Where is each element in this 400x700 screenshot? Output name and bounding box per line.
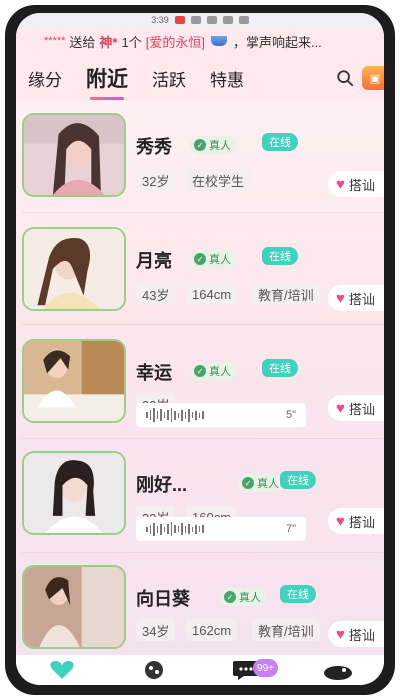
user-card[interactable]: 刚好... ✓ 真人 在线 33岁 160cm ♥ 搭讪 7" <box>22 439 384 553</box>
marquee-gift-name: [爱的永恒] <box>145 34 205 50</box>
phone-frame: 3:39 ***** 送给 神* 1个 [爱的永恒] ，掌声响起来... 缘分 … <box>5 5 395 695</box>
user-card[interactable]: 月亮 ✓ 真人 在线 43岁 164cm 教育/培训 ♥ 搭讪 <box>22 213 384 325</box>
chat-up-button[interactable]: ♥ 搭讪 <box>328 171 384 197</box>
chat-up-button[interactable]: ♥ 搭讪 <box>328 621 384 647</box>
verified-label: 真人 <box>209 254 231 266</box>
search-icon[interactable] <box>336 69 354 87</box>
verified-badge: ✓ 真人 <box>190 136 237 154</box>
tab-fate[interactable]: 缘分 <box>28 66 62 91</box>
voice-duration: 5" <box>285 409 296 421</box>
user-name: 月亮 <box>136 251 172 271</box>
battery-icon <box>238 16 249 24</box>
heart-chat-icon <box>50 660 74 679</box>
voice-intro-player[interactable]: 5" <box>136 403 306 427</box>
verified-badge: ✓ 真人 <box>220 588 267 606</box>
marquee-tail: ，掌声响起来... <box>232 34 322 50</box>
online-badge: 在线 <box>280 471 316 489</box>
user-name: 幸运 <box>136 363 172 383</box>
heart-icon: ♥ <box>336 625 345 643</box>
verified-check-icon: ✓ <box>194 365 206 377</box>
user-name: 向日葵 <box>136 589 190 609</box>
chat-up-label: 搭讪 <box>348 401 375 417</box>
chat-up-label: 搭讪 <box>348 291 375 307</box>
verified-badge: ✓ 真人 <box>238 474 285 492</box>
marquee-count: 1个 <box>121 34 142 50</box>
user-tag-occupation: 教育/培训 <box>252 619 320 641</box>
status-time: 3:39 <box>151 15 169 25</box>
online-badge: 在线 <box>280 585 316 603</box>
notification-icon <box>174 16 185 24</box>
user-tag-occupation: 在校学生 <box>186 169 251 191</box>
wifi-icon <box>222 16 233 24</box>
marquee-action: 送给 <box>69 34 96 50</box>
category-tabs: 缘分 附近 活跃 特惠 ▣ <box>16 55 384 101</box>
verified-check-icon: ✓ <box>242 477 254 489</box>
chat-up-button[interactable]: ♥ 搭讪 <box>328 285 384 311</box>
chat-up-button[interactable]: ♥ 搭讪 <box>328 395 384 421</box>
planet-icon <box>145 661 163 679</box>
user-card[interactable]: 向日葵 ✓ 真人 在线 34岁 162cm 教育/培训 ♥ 搭讪 <box>22 553 384 659</box>
verified-check-icon: ✓ <box>194 253 206 265</box>
nav-messages[interactable]: 99+ <box>228 657 278 683</box>
chat-up-label: 搭讪 <box>348 627 375 643</box>
gift-box-icon[interactable]: ▣ <box>362 66 384 90</box>
verified-label: 真人 <box>257 478 279 490</box>
user-tag-occupation: 教育/培训 <box>252 283 320 305</box>
online-badge: 在线 <box>262 247 298 265</box>
user-avatar[interactable] <box>22 565 126 649</box>
bottom-navigation: 99+ <box>16 655 384 685</box>
profile-icon <box>324 666 352 680</box>
user-card[interactable]: 幸运 ✓ 真人 在线 33岁 ♥ 搭讪 5" <box>22 325 384 439</box>
verified-check-icon: ✓ <box>194 139 206 151</box>
heart-icon: ♥ <box>336 175 345 193</box>
user-tag-height: 164cm <box>186 283 238 305</box>
gift-marquee[interactable]: ***** 送给 神* 1个 [爱的永恒] ，掌声响起来... <box>16 27 384 55</box>
user-name: 秀秀 <box>136 137 172 157</box>
verified-badge: ✓ 真人 <box>190 362 237 380</box>
verified-label: 真人 <box>239 592 261 604</box>
user-avatar[interactable] <box>22 339 126 423</box>
online-badge: 在线 <box>262 359 298 377</box>
nav-discover[interactable] <box>136 657 172 683</box>
user-tag-age: 43岁 <box>136 283 176 305</box>
heart-icon: ♥ <box>336 512 345 530</box>
user-name: 刚好... <box>136 475 188 495</box>
tab-active[interactable]: 活跃 <box>152 66 186 91</box>
verified-label: 真人 <box>209 140 231 152</box>
tab-special-offer[interactable]: 特惠 <box>210 66 244 91</box>
nearby-user-list: 秀秀 ✓ 真人 在线 32岁 在校学生 ♥ 搭讪 月亮 ✓ 真人 在线 43岁 … <box>16 101 384 685</box>
user-tag-height: 162cm <box>186 619 238 641</box>
chat-up-label: 搭讪 <box>348 177 375 193</box>
nav-home[interactable] <box>44 657 80 683</box>
tab-nearby[interactable]: 附近 <box>86 63 128 100</box>
user-tag-age: 34岁 <box>136 619 176 641</box>
user-avatar[interactable] <box>22 113 126 197</box>
status-bar: 3:39 <box>16 13 384 27</box>
chat-up-button[interactable]: ♥ 搭讪 <box>328 508 384 534</box>
chat-up-label: 搭讪 <box>348 514 375 530</box>
voice-intro-player[interactable]: 7" <box>136 517 306 541</box>
mail-icon <box>206 16 217 24</box>
marquee-sender: ***** <box>44 35 66 47</box>
heart-icon: ♥ <box>336 399 345 417</box>
heart-icon: ♥ <box>336 289 345 307</box>
nav-profile[interactable] <box>320 657 356 683</box>
waveform-icon <box>146 522 204 536</box>
voice-duration: 7" <box>285 523 296 535</box>
online-badge: 在线 <box>262 133 298 151</box>
gift-boat-icon <box>210 36 227 46</box>
waveform-icon <box>146 408 204 422</box>
app-icon <box>190 16 201 24</box>
unread-messages-badge: 99+ <box>253 659 278 677</box>
user-tag-age: 32岁 <box>136 169 176 191</box>
verified-label: 真人 <box>209 366 231 378</box>
app-screen: 3:39 ***** 送给 神* 1个 [爱的永恒] ，掌声响起来... 缘分 … <box>16 13 384 685</box>
verified-check-icon: ✓ <box>224 591 236 603</box>
user-card[interactable]: 秀秀 ✓ 真人 在线 32岁 在校学生 ♥ 搭讪 <box>22 101 384 213</box>
verified-badge: ✓ 真人 <box>190 250 237 268</box>
user-avatar[interactable] <box>22 451 126 535</box>
marquee-recipient: 神* <box>99 34 118 50</box>
user-avatar[interactable] <box>22 227 126 311</box>
